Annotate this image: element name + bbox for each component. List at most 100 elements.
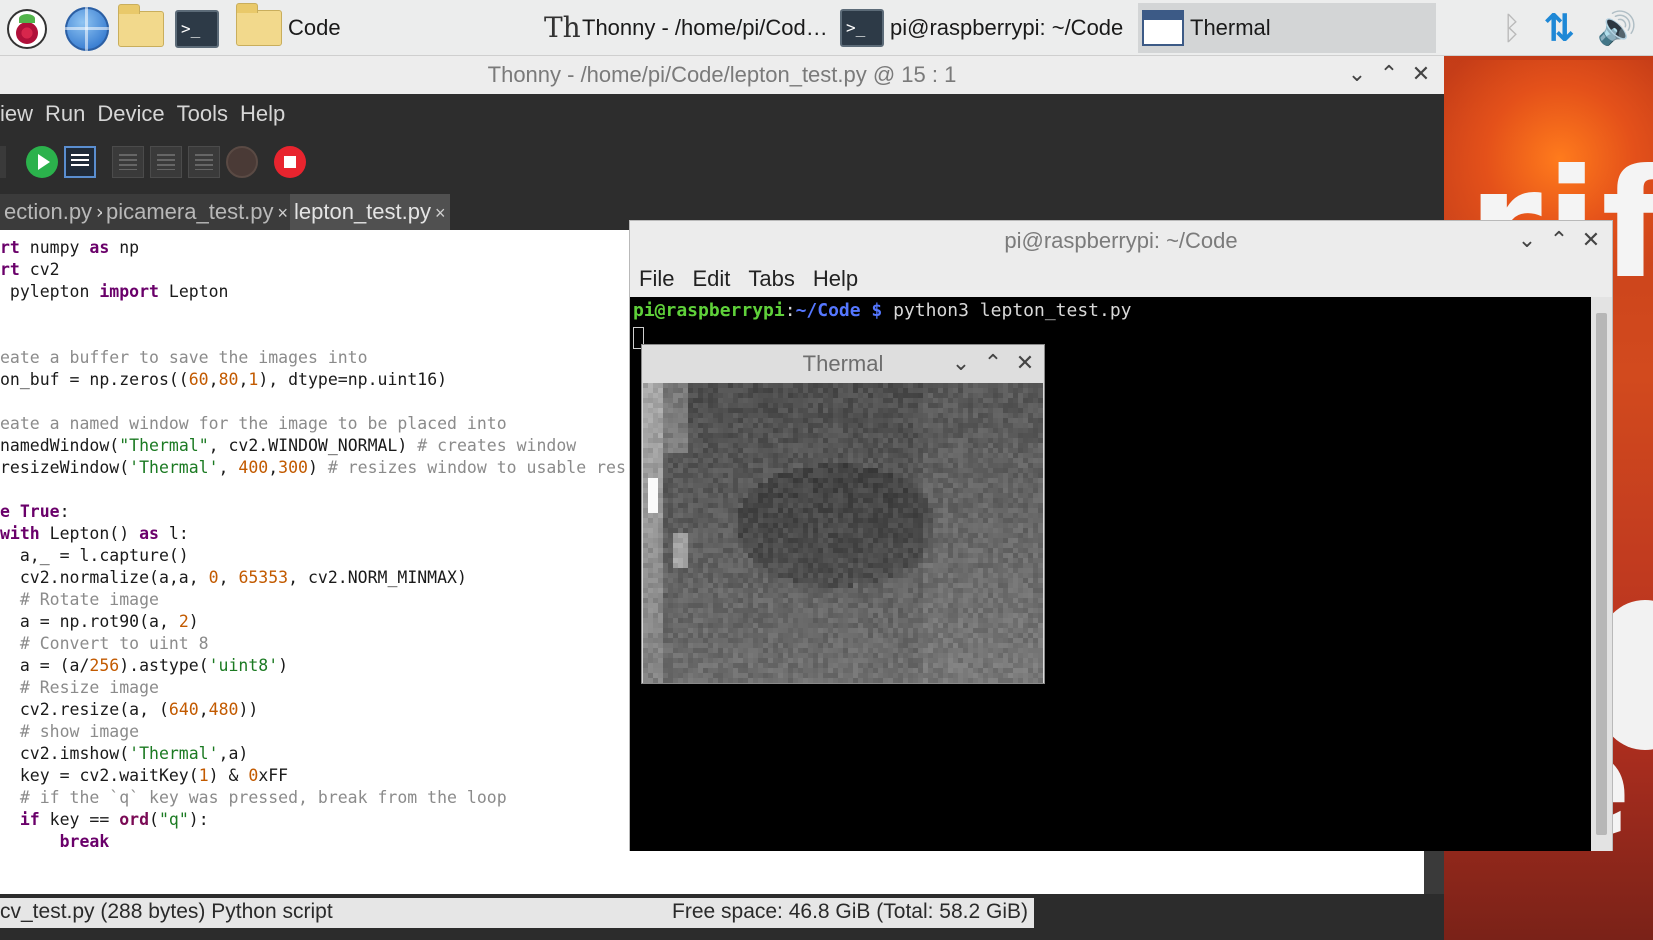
step-into-icon[interactable] [150, 146, 182, 178]
code-line: # Rotate image [0, 590, 159, 609]
thermal-window: Thermal ⌄ ⌃ ✕ [641, 344, 1045, 684]
file-info: cv_test.py (288 bytes) Python script [0, 900, 333, 923]
task-label: Thonny - /home/pi/Code... [582, 15, 834, 40]
code-line: pylepton import Lepton [0, 282, 229, 301]
thonny-icon: Th [544, 11, 581, 44]
code-line: rt cv2 [0, 260, 60, 279]
thermal-image [643, 383, 1043, 683]
file-manager-launcher[interactable] [118, 4, 164, 52]
prompt-symbol: $ [860, 300, 894, 321]
maximize-icon[interactable]: ⌃ [1548, 221, 1570, 261]
raspberry-menu-button[interactable] [4, 6, 50, 52]
thonny-titlebar[interactable]: Thonny - /home/pi/Code/lepton_test.py @ … [0, 56, 1444, 94]
task-label: pi@raspberrypi: ~/Code [890, 15, 1124, 40]
task-label: Thermal [1190, 15, 1271, 40]
task-terminal[interactable]: >_ pi@raspberrypi: ~/Code [836, 3, 1136, 53]
close-tab-icon[interactable]: × [278, 203, 289, 223]
thermal-frame [643, 383, 1043, 683]
code-line: key = cv2.waitKey(1) & 0xFF [0, 766, 289, 785]
code-line: # Convert to uint 8 [0, 634, 209, 653]
system-tray: ᛒ ⇅ 🔊 [1433, 0, 1653, 56]
minimize-icon[interactable]: ⌄ [950, 345, 972, 383]
close-icon[interactable]: ✕ [1580, 221, 1602, 261]
code-line: a = (a/256).astype('uint8') [0, 656, 289, 675]
taskbar: >_ Code Th Thonny - /home/pi/Code... >_ … [0, 0, 1653, 56]
close-icon[interactable]: ✕ [1014, 345, 1036, 383]
terminal-icon: >_ [840, 9, 884, 47]
code-line: namedWindow("Thermal", cv2.WINDOW_NORMAL… [0, 436, 577, 455]
code-line: # Resize image [0, 678, 159, 697]
free-space: Free space: 46.8 GiB (Total: 58.2 GiB) [672, 900, 1028, 923]
file-status-bar: cv_test.py (288 bytes) Python script Fre… [0, 898, 1034, 928]
code-line: break [59, 832, 110, 851]
terminal-icon: >_ [175, 10, 219, 48]
thonny-menubar: iew Run Device Tools Help [0, 94, 1444, 134]
task-label: Code [288, 15, 341, 40]
close-tab-icon[interactable]: × [435, 203, 446, 223]
globe-icon [65, 7, 109, 51]
maximize-icon[interactable]: ⌃ [1378, 56, 1400, 94]
prompt-path: ~/Code [795, 300, 861, 321]
minimize-icon[interactable]: ⌄ [1346, 56, 1368, 94]
folder-icon [236, 3, 282, 46]
task-code-folder[interactable]: Code [232, 3, 532, 53]
thermal-titlebar[interactable]: Thermal ⌄ ⌃ ✕ [642, 345, 1044, 383]
menu-view[interactable]: iew [0, 101, 33, 127]
code-line: e True: [0, 502, 70, 521]
code-line: resizeWindow('Thermal', 400,300) # resiz… [0, 458, 626, 477]
code-line: eate a named window for the image to be … [0, 414, 507, 433]
prompt-user: pi@raspberrypi [633, 300, 785, 321]
tab-label: lepton_test.py [294, 199, 431, 224]
menu-help[interactable]: Help [240, 101, 285, 127]
raspberry-pi-icon [7, 9, 47, 49]
stop-icon[interactable] [274, 146, 306, 178]
window-title: Thermal [802, 351, 884, 376]
network-icon[interactable]: ⇅ [1543, 6, 1575, 50]
window-title: pi@raspberrypi: ~/Code [1004, 228, 1238, 253]
save-icon[interactable] [0, 146, 6, 178]
terminal-titlebar[interactable]: pi@raspberrypi: ~/Code ⌄ ⌃ ✕ [630, 221, 1612, 261]
code-line: eate a buffer to save the images into [0, 348, 368, 367]
task-thermal[interactable]: Thermal [1138, 3, 1436, 53]
tab-label: picamera_test.py [106, 199, 274, 224]
debug-icon[interactable] [64, 146, 96, 178]
terminal-scrollbar-thumb[interactable] [1596, 313, 1607, 835]
thonny-toolbar [0, 134, 1444, 192]
window-title: Thonny - /home/pi/Code/lepton_test.py @ … [487, 62, 957, 87]
maximize-icon[interactable]: ⌃ [982, 345, 1004, 383]
code-line: if key == ord("q"): [19, 810, 209, 829]
window-icon [1142, 10, 1184, 46]
run-icon[interactable] [26, 146, 58, 178]
prompt-separator: : [784, 300, 796, 321]
minimize-icon[interactable]: ⌄ [1516, 221, 1538, 261]
tab-picamera-test[interactable]: picamera_test.py × [102, 194, 293, 230]
task-thonny[interactable]: Th Thonny - /home/pi/Code... [540, 3, 834, 53]
menu-edit[interactable]: Edit [692, 266, 730, 292]
menu-device[interactable]: Device [97, 101, 164, 127]
terminal-launcher[interactable]: >_ [174, 6, 220, 52]
menu-help[interactable]: Help [813, 266, 858, 292]
menu-file[interactable]: File [639, 266, 674, 292]
tab-label: ection.py [4, 199, 93, 224]
menu-tabs[interactable]: Tabs [748, 266, 794, 292]
code-line: rt numpy as np [0, 238, 140, 257]
resume-icon[interactable] [226, 146, 258, 178]
code-line: # show image [0, 722, 140, 741]
code-line: cv2.imshow('Thermal',a) [0, 744, 249, 763]
tab-ection[interactable]: ection.py× [0, 194, 111, 230]
step-over-icon[interactable] [112, 146, 144, 178]
code-line: # if the `q` key was pressed, break from… [0, 788, 507, 807]
menu-tools[interactable]: Tools [177, 101, 228, 127]
volume-icon[interactable]: 🔊 [1597, 9, 1637, 47]
code-line: on_buf = np.zeros((60,80,1), dtype=np.ui… [0, 370, 448, 389]
step-out-icon[interactable] [188, 146, 220, 178]
menu-run[interactable]: Run [45, 101, 85, 127]
bluetooth-icon[interactable]: ᛒ [1502, 9, 1521, 47]
tab-lepton-test[interactable]: lepton_test.py × [290, 194, 450, 230]
code-line: a = np.rot90(a, 2) [0, 612, 199, 631]
browser-launcher[interactable] [64, 6, 110, 52]
code-line: with Lepton() as l: [0, 524, 189, 543]
close-icon[interactable]: ✕ [1410, 56, 1432, 94]
terminal-command-line: pi@raspberrypi:~/Code $ python3 lepton_t… [633, 299, 1132, 323]
code-line: a,_ = l.capture() [0, 546, 189, 565]
